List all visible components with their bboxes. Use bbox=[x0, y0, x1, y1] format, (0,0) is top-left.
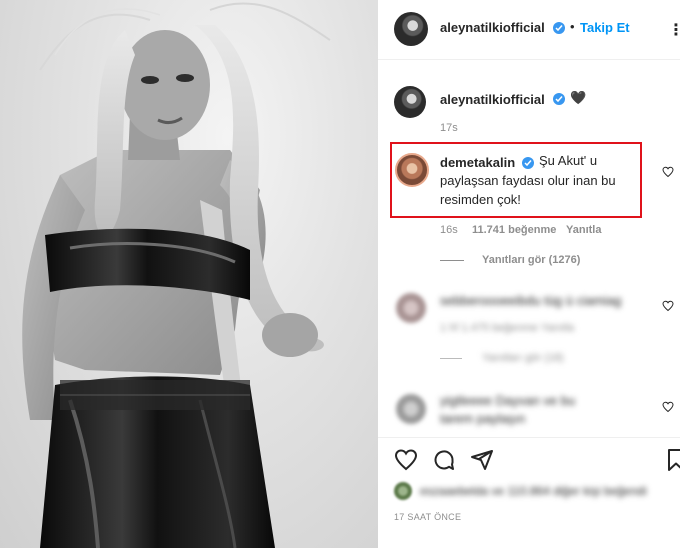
likes-summary[interactable]: eszaaebelda ve 110.864 diğer kişi beğend… bbox=[420, 482, 647, 500]
comment-reply-button[interactable]: Yanıtla bbox=[566, 224, 601, 236]
blurred-comment-meta: 1 hf 1.475 beğenme Yanıtla bbox=[440, 322, 575, 334]
comment-like-heart-icon[interactable] bbox=[662, 166, 674, 178]
post-action-bar bbox=[378, 437, 680, 477]
more-options-icon[interactable]: ⋮ bbox=[668, 20, 680, 40]
comment-icon[interactable] bbox=[432, 448, 456, 472]
blurred-commenter-avatar[interactable] bbox=[396, 394, 426, 424]
author-avatar[interactable] bbox=[394, 12, 428, 46]
caption-time: 17s bbox=[440, 122, 458, 134]
verified-badge-icon bbox=[553, 93, 565, 105]
author-username[interactable]: aleynatilkiofficial bbox=[440, 20, 545, 35]
blurred-comment-text: sebberoooeeibdu tüg ü ciamiag bbox=[440, 293, 622, 308]
verified-badge-icon bbox=[553, 22, 565, 34]
caption-username[interactable]: aleynatilkiofficial bbox=[440, 92, 545, 107]
follow-separator: • bbox=[570, 19, 575, 34]
caption-avatar[interactable] bbox=[394, 86, 426, 118]
bookmark-icon[interactable] bbox=[666, 448, 680, 472]
view-replies-line bbox=[440, 260, 464, 261]
comment-likes[interactable]: 11.741 beğenme bbox=[472, 224, 556, 236]
post-timestamp: 17 SAAT ÖNCE bbox=[394, 512, 462, 522]
post-header: aleynatilkiofficial • Takip Et ⋮ bbox=[378, 0, 680, 60]
follow-button[interactable]: Takip Et bbox=[580, 20, 630, 35]
share-icon[interactable] bbox=[470, 448, 494, 472]
comment-text-line2: paylaşsan faydası olur inan bu bbox=[440, 173, 616, 188]
comment-time: 16s bbox=[440, 224, 458, 236]
verified-badge-icon bbox=[522, 157, 534, 169]
blurred-commenter-avatar[interactable] bbox=[396, 293, 426, 323]
liker-avatar[interactable] bbox=[394, 482, 412, 500]
view-replies-button[interactable]: Yanıtları gör (1276) bbox=[482, 254, 580, 266]
comment-text-line1: Şu Akut' u bbox=[539, 153, 598, 168]
blurred-view-replies[interactable]: Yanıtları gör (18) bbox=[482, 352, 564, 364]
commenter-avatar[interactable] bbox=[395, 153, 429, 187]
post-side-panel: aleynatilkiofficial • Takip Et ⋮ aleynat… bbox=[378, 0, 680, 548]
comment-text-line3: resimden çok! bbox=[440, 192, 521, 207]
comment-like-heart-icon[interactable] bbox=[662, 300, 674, 312]
post-photo[interactable] bbox=[0, 0, 378, 548]
comment-like-heart-icon[interactable] bbox=[662, 401, 674, 413]
commenter-username[interactable]: demetakalin bbox=[440, 155, 515, 170]
blurred-comment-text: tarem paylaşın bbox=[440, 411, 526, 426]
view-replies-line bbox=[440, 358, 462, 359]
black-heart-emoji: 🖤 bbox=[570, 90, 587, 105]
heart-icon[interactable] bbox=[394, 448, 418, 472]
blurred-comment-text: yigtleeee Dayvan ve bu bbox=[440, 393, 576, 408]
photo-illustration bbox=[22, 2, 331, 548]
